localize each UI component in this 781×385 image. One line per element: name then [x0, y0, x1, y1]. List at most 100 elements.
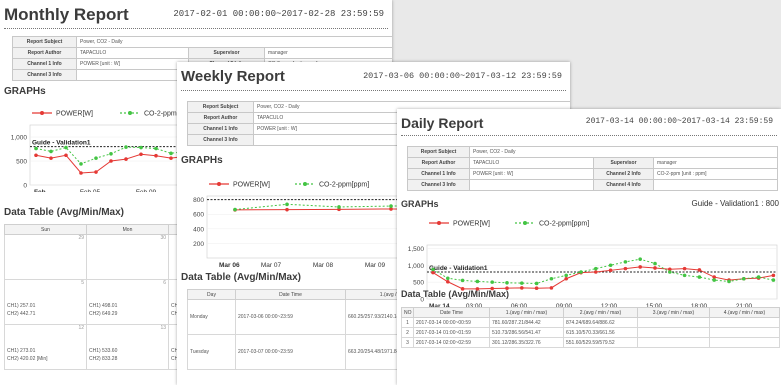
- info-label: Channel 2 Info: [593, 168, 654, 180]
- table-cell: [637, 337, 710, 348]
- power-point: [771, 273, 776, 278]
- table-cell: Tuesday: [187, 334, 236, 370]
- x-tick-label: Mar 06: [219, 262, 240, 268]
- power-point: [169, 156, 173, 160]
- table-cell: 2017-03-14 00:00~00:59: [413, 317, 490, 328]
- column-header: Date Time: [235, 289, 346, 300]
- co2-point: [124, 145, 128, 149]
- x-tick-label: Feb: [34, 189, 46, 192]
- table-row: 2 2017-03-14 01:00~01:59 510.73/286.56/541…: [401, 327, 780, 338]
- legend-co2-marker: [303, 182, 307, 186]
- co2-point: [154, 146, 158, 151]
- x-tick-label: Mar 07: [261, 262, 282, 268]
- table-cell: 510.73/286.56/541.47: [489, 327, 564, 338]
- column-header: Mon: [86, 224, 169, 235]
- info-label: Channel 1 Info: [12, 58, 77, 70]
- daily-guide-label: Guide - Validation1 : 800: [691, 199, 779, 208]
- day-values: CH1) 257.01 CH2) 442.71: [7, 303, 36, 317]
- info-label: Report Author: [187, 112, 254, 124]
- power-point: [638, 265, 642, 269]
- legend-power-marker: [217, 182, 221, 186]
- table-cell: 874.24/689.64/886.62: [563, 317, 638, 328]
- table-cell: 551.60/529.59/579.52: [563, 337, 638, 348]
- co2-point: [520, 281, 524, 285]
- info-value: manager: [263, 47, 392, 59]
- co2-point: [79, 162, 83, 166]
- info-label: Report Author: [407, 157, 470, 169]
- power-point: [682, 266, 687, 271]
- table-cell: [637, 317, 710, 328]
- co2-point: [549, 276, 554, 281]
- info-value: manager: [652, 157, 779, 169]
- legend-co2-label: CO-2-ppm[ppm]: [539, 221, 589, 228]
- day-values: CH1) 498.01 CH2) 649.29: [89, 303, 118, 317]
- table-cell: 2017-03-14 01:00~01:59: [413, 327, 490, 338]
- info-label: Report Author: [12, 47, 77, 59]
- y-tick-label: 800: [193, 197, 204, 204]
- column-header: 2.(avg / min / max): [563, 307, 638, 318]
- co2-point: [727, 279, 731, 284]
- power-point: [109, 159, 113, 163]
- power-point: [623, 266, 628, 271]
- table-cell: 301.12/286.35/322.76: [489, 337, 564, 348]
- day-number: 13: [160, 325, 166, 332]
- legend-power-marker: [437, 221, 441, 225]
- info-label: Report Subject: [12, 36, 77, 48]
- power-point: [79, 171, 83, 175]
- power-point: [608, 268, 613, 273]
- power-point: [549, 286, 554, 290]
- co2-point: [594, 266, 598, 271]
- power-point: [94, 170, 98, 174]
- daily-report-window: Daily Report 2017-03-14 00:00:00~2017-03…: [397, 109, 781, 385]
- y-tick-label: 0: [23, 183, 27, 190]
- y-tick-label: 1,000: [11, 135, 28, 142]
- info-value: CO-2-ppm [unit : ppm]: [652, 168, 779, 180]
- monthly-data-title: Data Table (Avg/Min/Max): [4, 207, 125, 218]
- power-point: [653, 266, 657, 270]
- info-label: Report Subject: [187, 101, 254, 113]
- info-value: TAPACULO: [469, 157, 594, 169]
- co2-point: [389, 204, 393, 208]
- co2-point: [712, 278, 716, 282]
- legend-co2-label: CO-2-ppm[ppm]: [319, 182, 369, 189]
- power-point: [124, 157, 128, 161]
- guide-label: Guide - Validation1: [32, 140, 91, 147]
- x-tick-label: Mar 08: [313, 262, 334, 268]
- info-label: Channel 1 Info: [187, 123, 254, 135]
- x-tick-label: Feb 05: [80, 189, 101, 192]
- x-tick-label: Feb 09: [136, 189, 157, 192]
- co2-point: [638, 257, 642, 261]
- info-label: Channel 3 Info: [12, 69, 77, 81]
- legend-co2-marker: [523, 221, 527, 225]
- column-header: Sun: [4, 224, 87, 235]
- power-point: [49, 156, 53, 160]
- co2-point: [742, 276, 746, 281]
- info-label: Channel 3 Info: [187, 134, 254, 146]
- calendar-day-cell: 30: [86, 234, 169, 280]
- info-label: Report Subject: [407, 146, 470, 158]
- info-value: [253, 134, 400, 146]
- daily-graphs-title: GRAPHs: [401, 199, 439, 209]
- y-tick-label: 1,500: [408, 246, 425, 253]
- table-cell: [709, 317, 780, 328]
- daily-data-title: Data Table (Avg/Min/Max): [401, 289, 510, 299]
- calendar-day-cell: 12 CH1) 273.01 CH2) 420.02 [Min]: [4, 324, 87, 370]
- table-cell: 615.10/570.33/661.56: [563, 327, 638, 338]
- co2-point: [564, 273, 568, 278]
- day-values: CH1) 533.60 CH2) 833.28: [89, 348, 118, 362]
- y-tick-label: 600: [193, 212, 204, 219]
- power-point: [534, 286, 539, 290]
- table-cell: 2017-03-06 00:00~23:59: [235, 299, 346, 335]
- table-cell: [709, 337, 780, 348]
- table-cell: [637, 327, 710, 338]
- legend-power-label: POWER[W]: [56, 111, 93, 118]
- co2-point: [460, 278, 465, 283]
- co2-point: [431, 267, 435, 272]
- daily-info-table: Report Subject Power, CO2 - Daily Report …: [407, 146, 779, 191]
- column-header: 4.(avg / min / max): [709, 307, 780, 318]
- co2-point: [285, 202, 289, 207]
- co2-point: [233, 207, 237, 212]
- info-label: Supervisor: [593, 157, 654, 169]
- column-header: 3.(avg / min / max): [637, 307, 710, 318]
- power-point: [446, 279, 450, 284]
